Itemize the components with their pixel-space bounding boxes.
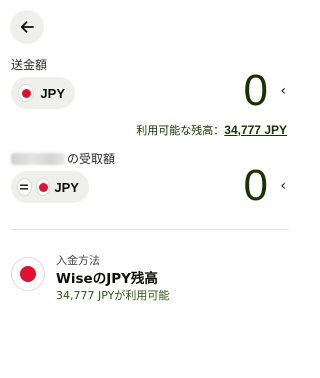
payment-method-label: 入金方法 [56, 254, 100, 267]
japan-flag-icon [35, 178, 51, 196]
japan-flag-icon [18, 84, 35, 102]
available-balance-prefix: 利用可能な残高： [136, 124, 225, 137]
payment-method-availability: 34,777 JPYが利用可能 [56, 289, 170, 302]
send-currency-code: JPY [40, 85, 65, 101]
arrow-left-icon [20, 21, 34, 33]
receive-amount-input[interactable]: 0 [244, 164, 268, 208]
back-button[interactable] [10, 10, 44, 44]
send-chevron-icon[interactable]: ‹ [280, 83, 286, 99]
receive-chevron-icon[interactable]: ‹ [280, 178, 286, 194]
available-balance-link[interactable]: 34,777 JPY [224, 123, 287, 137]
receive-currency-code: JPY [54, 179, 79, 195]
divider [11, 229, 289, 230]
send-amount-label: 送金額 [11, 58, 48, 72]
send-amount-input[interactable]: 0 [244, 69, 268, 113]
payment-method-name[interactable]: WiseのJPY残高 [56, 267, 158, 287]
send-currency-selector[interactable]: JPY [11, 77, 75, 109]
receive-amount-label: の受取額 [11, 150, 115, 167]
receive-currency-selector[interactable]: JPY [11, 171, 89, 203]
available-balance: 利用可能な残高： 34,777 JPY [136, 122, 287, 138]
equals-icon [17, 178, 32, 196]
japan-flag-icon [11, 257, 45, 291]
recipient-name-redacted [11, 152, 65, 165]
receive-label-suffix: の受取額 [67, 152, 116, 166]
